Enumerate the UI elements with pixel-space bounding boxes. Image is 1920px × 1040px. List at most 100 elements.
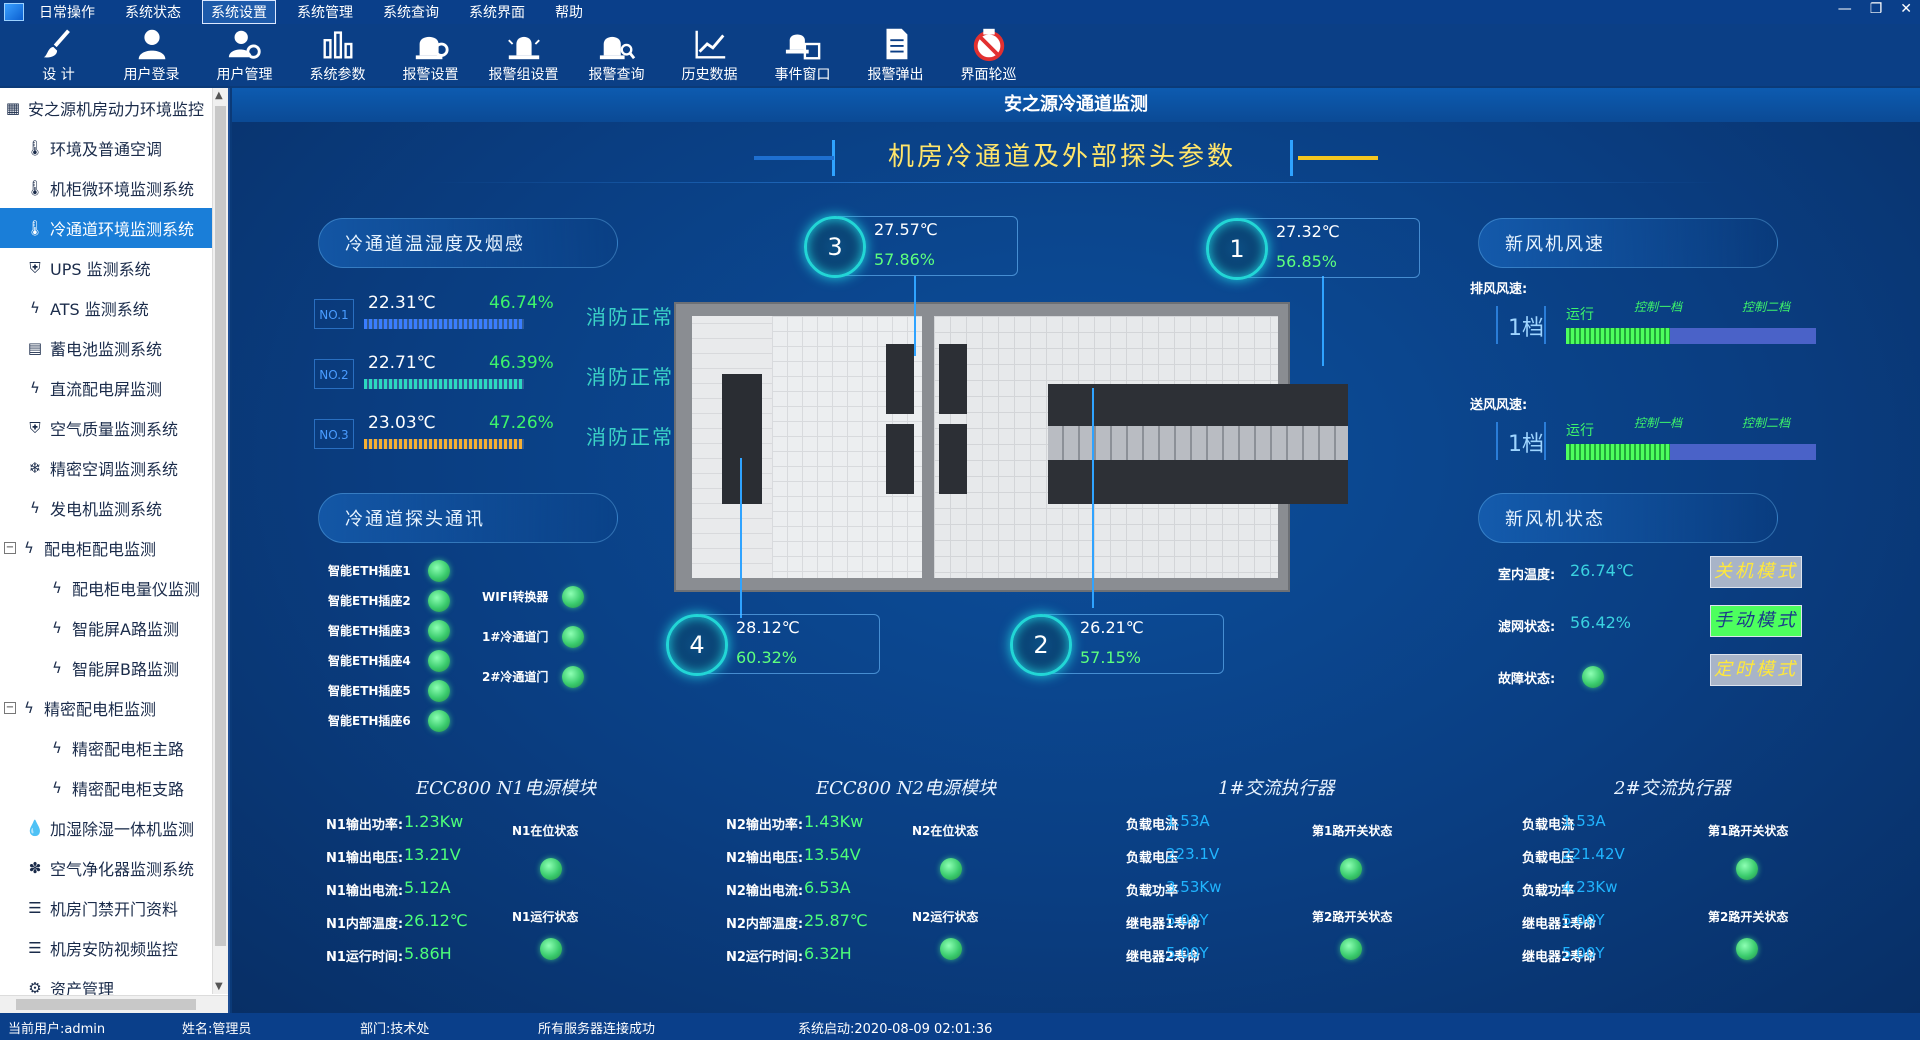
- probe-3-hum: 57.86%: [874, 250, 936, 269]
- toolbar-login-button[interactable]: 用户登录: [105, 26, 198, 86]
- sidebar-item-20[interactable]: ☰ 机房门禁开门资料: [0, 888, 213, 928]
- mode-off-button[interactable]: 关机模式: [1710, 556, 1802, 588]
- restore-icon[interactable]: ❐: [1870, 1, 1883, 17]
- scroll-down-icon[interactable]: ▼: [215, 981, 223, 992]
- comm-device-label: 1#冷通道门: [482, 630, 549, 644]
- comm-device-status: [562, 586, 584, 608]
- bolt-icon: ϟ: [52, 779, 62, 797]
- toolbar-patrol-button[interactable]: 界面轮巡: [942, 26, 1035, 86]
- row-hum: 47.26%: [489, 413, 554, 433]
- mode-timer-button[interactable]: 定时模式: [1710, 654, 1802, 686]
- probe-2-line: [1092, 388, 1094, 608]
- supply-speed-label: 送风风速:: [1470, 398, 1528, 413]
- sidebar-item-16[interactable]: ϟ 精密配电柜主路: [0, 728, 213, 768]
- menu-status[interactable]: 系统状态: [116, 0, 190, 24]
- toolbar-alarm-settings-button[interactable]: 报警设置: [384, 26, 477, 86]
- sidebar-item-label: 冷通道环境监测系统: [50, 220, 195, 239]
- menu-help[interactable]: 帮助: [546, 0, 592, 24]
- sidebar-item-label: 配电柜电量仪监测: [72, 580, 201, 599]
- probe-2-temp: 26.21℃: [1080, 618, 1144, 637]
- row-number: NO.3: [314, 419, 354, 449]
- mode-manual-button[interactable]: 手动模式: [1710, 605, 1802, 637]
- ecc_n2-status2-indicator: [940, 938, 962, 960]
- sidebar-item-label: 精密配电柜支路: [72, 780, 185, 799]
- toolbar-params-button[interactable]: 系统参数: [291, 26, 384, 86]
- sidebar-item-12[interactable]: ϟ 配电柜电量仪监测: [0, 568, 213, 608]
- sidebar-item-9[interactable]: ❄ 精密空调监测系统: [0, 448, 213, 488]
- minimize-icon[interactable]: —: [1838, 1, 1852, 17]
- tree-expander-icon[interactable]: −: [4, 542, 16, 554]
- ecc_n1-label: N1内部温度:: [326, 917, 404, 932]
- sidebar-item-17[interactable]: ϟ 精密配电柜支路: [0, 768, 213, 808]
- ecc_n2-value: 13.54V: [804, 845, 861, 864]
- toolbar-user-manage-button[interactable]: 用户管理: [198, 26, 291, 86]
- rack-b3: [939, 344, 967, 414]
- scroll-up-icon[interactable]: ▲: [215, 90, 223, 101]
- bolt-icon: ϟ: [52, 619, 62, 637]
- sidebar-item-3[interactable]: 🌡 冷通道环境监测系统: [0, 208, 213, 248]
- sidebar-item-4[interactable]: ⛨ UPS 监测系统: [0, 248, 213, 288]
- sidebar-scroll-thumb[interactable]: [215, 106, 226, 946]
- status-dept: 部门:技术处: [360, 1022, 430, 1037]
- row-temp: 23.03℃: [368, 413, 436, 433]
- user-icon: [138, 29, 165, 60]
- menu-interface[interactable]: 系统界面: [460, 0, 534, 24]
- ac2-status2-indicator: [1736, 938, 1758, 960]
- menu-manage[interactable]: 系统管理: [288, 0, 362, 24]
- bolt-icon: ϟ: [30, 379, 40, 397]
- supply-gear: 1档: [1508, 432, 1544, 457]
- probe-1-temp: 27.32℃: [1276, 222, 1340, 241]
- sidebar-item-label: UPS 监测系统: [50, 260, 151, 279]
- sidebar-horizontal-scrollbar[interactable]: [0, 995, 228, 1013]
- menu-daily[interactable]: 日常操作: [30, 0, 104, 24]
- menu-settings[interactable]: 系统设置: [202, 0, 276, 24]
- sidebar-vertical-scrollbar[interactable]: ▲ ▼: [212, 88, 228, 994]
- toolbar-design-button[interactable]: 设 计: [12, 26, 105, 86]
- fire-status: 消防正常: [586, 425, 674, 449]
- ac2-value: 1.53A: [1562, 812, 1606, 830]
- sidebar-item-19[interactable]: ✽ 空气净化器监测系统: [0, 848, 213, 888]
- ac1-status1-label: 第1路开关状态: [1312, 824, 1393, 838]
- section-fan-status-title: 新风机状态: [1478, 493, 1778, 543]
- toolbar-event-window-button[interactable]: 事件窗口: [756, 26, 849, 86]
- ecc_n1-label: N1运行时间:: [326, 950, 404, 965]
- sidebar-item-5[interactable]: ϟ ATS 监测系统: [0, 288, 213, 328]
- toolbar-alarm-popup-button[interactable]: 报警弹出: [849, 26, 942, 86]
- toolbar-alarm-group-button[interactable]: 报警组设置: [477, 26, 570, 86]
- list-icon: ☰: [28, 939, 42, 957]
- eth-socket-label: 智能ETH插座2: [328, 594, 411, 608]
- fault-label: 故障状态:: [1498, 672, 1556, 687]
- ecc_n2-status2-label: N2运行状态: [912, 910, 979, 924]
- toolbar-alarm-query-button[interactable]: 报警查询: [570, 26, 663, 86]
- sidebar-item-6[interactable]: ▤ 蓄电池监测系统: [0, 328, 213, 368]
- bolt-icon: ϟ: [24, 539, 34, 557]
- sidebar-item-18[interactable]: 💧 加湿除湿一体机监测: [0, 808, 213, 848]
- thermometer-icon: 🌡: [25, 139, 45, 157]
- sidebar-hscroll-thumb[interactable]: [16, 999, 196, 1010]
- sidebar-item-7[interactable]: ϟ 直流配电屏监测: [0, 368, 213, 408]
- probe-2-hum: 57.15%: [1080, 648, 1142, 667]
- sidebar-item-21[interactable]: ☰ 机房安防视频监控: [0, 928, 213, 968]
- probe-4-line: [740, 458, 742, 618]
- sidebar-item-1[interactable]: 🌡 环境及普通空调: [0, 128, 213, 168]
- sidebar-item-14[interactable]: ϟ 智能屏B路监测: [0, 648, 213, 688]
- alarm-group-icon: [507, 36, 540, 60]
- sidebar-item-8[interactable]: ⛨ 空气质量监测系统: [0, 408, 213, 448]
- sidebar-item-11[interactable]: − ϟ 配电柜配电监测: [0, 528, 213, 568]
- sidebar-item-15[interactable]: − ϟ 精密配电柜监测: [0, 688, 213, 728]
- close-icon[interactable]: ✕: [1900, 1, 1912, 17]
- eth-socket-status: [428, 710, 450, 732]
- sidebar-item-10[interactable]: ϟ 发电机监测系统: [0, 488, 213, 528]
- exhaust-ctrl2: 控制二档: [1742, 300, 1791, 314]
- sidebar-item-13[interactable]: ϟ 智能屏A路监测: [0, 608, 213, 648]
- menu-query[interactable]: 系统查询: [374, 0, 448, 24]
- tree-expander-icon[interactable]: −: [4, 702, 16, 714]
- ac1-value: 5.00Y: [1166, 944, 1209, 962]
- ecc_n2-value: 6.32H: [804, 944, 852, 963]
- no-entry-icon: [973, 28, 1004, 62]
- sidebar-item-label: 智能屏B路监测: [72, 660, 179, 679]
- sidebar-item-2[interactable]: 🌡 机柜微环境监测系统: [0, 168, 213, 208]
- toolbar-history-button[interactable]: 历史数据: [663, 26, 756, 86]
- bolt-icon: ϟ: [30, 299, 40, 317]
- sidebar-item-0[interactable]: ▦ 安之源机房动力环境监控: [0, 88, 213, 128]
